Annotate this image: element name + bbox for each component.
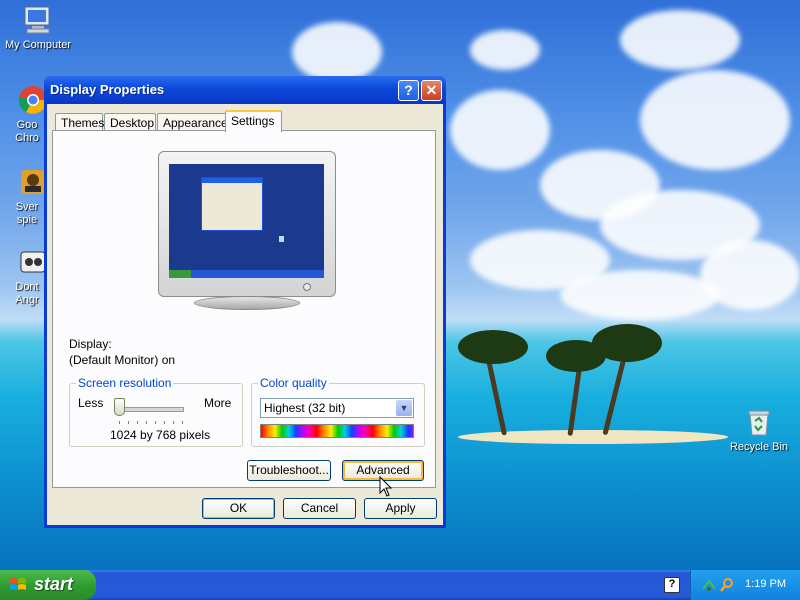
resolution-more-label: More: [204, 396, 232, 410]
color-quality-legend: Color quality: [258, 376, 329, 390]
help-button[interactable]: ?: [398, 80, 419, 101]
color-quality-value: Highest (32 bit): [264, 401, 346, 415]
cloud: [620, 10, 740, 70]
resolution-less-label: Less: [78, 396, 104, 410]
resolution-slider-track[interactable]: [116, 407, 184, 412]
chevron-down-icon[interactable]: ▼: [396, 400, 412, 416]
mini-title-bar: [202, 178, 262, 183]
cloud: [560, 270, 720, 320]
title-bar[interactable]: Display Properties ? ✕: [44, 76, 446, 104]
monitor-power-icon: [303, 283, 311, 291]
desktop-icon-my-computer[interactable]: My Computer: [0, 4, 76, 52]
tab-settings[interactable]: Settings: [225, 110, 282, 132]
resolution-slider-thumb[interactable]: [114, 398, 125, 416]
cloud: [640, 70, 790, 170]
slider-tick: [137, 421, 138, 424]
start-label: start: [34, 574, 74, 594]
search-icon[interactable]: [719, 577, 735, 593]
network-icon[interactable]: [701, 577, 717, 593]
palm-frond: [458, 330, 528, 364]
monitor-body: [158, 151, 336, 297]
desktop-icon-label: Goo Chro: [15, 119, 39, 144]
screen-resolution-group: Screen resolution Less More 1024 by 768 …: [69, 376, 243, 447]
desktop-icon-label: My Computer: [4, 39, 72, 51]
display-value: (Default Monitor) on: [69, 353, 176, 367]
windows-flag-icon: [10, 578, 26, 590]
clock[interactable]: 1:19 PM: [745, 578, 786, 590]
window-title: Display Properties: [50, 82, 165, 97]
display-label: Display:: [69, 337, 112, 351]
computer-icon: [22, 4, 54, 36]
screen-resolution-legend: Screen resolution: [76, 376, 174, 390]
monitor-stand: [194, 296, 300, 310]
slider-tick: [164, 421, 165, 424]
slider-tick: [173, 421, 174, 424]
start-button[interactable]: start: [0, 570, 96, 600]
taskbar: start ? 1:19 PM: [0, 570, 800, 600]
slider-tick: [182, 421, 183, 424]
settings-panel: Display: (Default Monitor) on Screen res…: [52, 130, 436, 488]
slider-tick: [146, 421, 147, 424]
cloud: [292, 22, 382, 82]
color-spectrum-bar: [260, 424, 414, 438]
desktop-icon-recycle-bin[interactable]: Recycle Bin: [721, 406, 797, 454]
help-tray-icon[interactable]: ?: [664, 577, 680, 593]
tab-appearance[interactable]: Appearance: [157, 113, 228, 131]
island: [458, 430, 728, 444]
close-button[interactable]: ✕: [421, 80, 442, 101]
cloud: [470, 30, 540, 70]
ok-button[interactable]: OK: [202, 498, 275, 519]
mini-start: [169, 270, 191, 278]
mouse-cursor-icon: [379, 476, 393, 497]
troubleshoot-button[interactable]: Troubleshoot...: [247, 460, 331, 481]
color-quality-select[interactable]: Highest (32 bit) ▼: [260, 398, 414, 418]
monitor-screen: [169, 164, 324, 278]
monitor-preview: [158, 151, 336, 311]
palm-frond: [592, 324, 662, 362]
mini-icon: [279, 236, 284, 242]
tab-desktop[interactable]: Desktop: [104, 113, 156, 131]
mini-window: [201, 177, 263, 231]
desktop-icon-label: Recycle Bin: [729, 441, 789, 453]
cancel-button[interactable]: Cancel: [283, 498, 356, 519]
apply-button[interactable]: Apply: [364, 498, 437, 519]
slider-tick: [128, 421, 129, 424]
display-properties-window: Display Properties ? ✕ Themes Desktop Ap…: [44, 76, 446, 528]
window-client: Themes Desktop Appearance Settings Displ…: [47, 104, 443, 525]
palm-trunk: [602, 356, 627, 436]
palm-trunk: [567, 369, 582, 437]
cloud: [450, 90, 550, 170]
tab-themes[interactable]: Themes: [55, 113, 104, 131]
system-tray: 1:19 PM: [690, 570, 800, 600]
resolution-value: 1024 by 768 pixels: [110, 428, 211, 442]
recycle-bin-icon: [743, 406, 775, 438]
desktop-icon-label: Sver spie: [15, 201, 39, 226]
palm-trunk: [485, 358, 508, 436]
slider-tick: [119, 421, 120, 424]
desktop-icon-label: Dont Angr: [15, 281, 39, 306]
mini-taskbar: [169, 270, 324, 278]
slider-tick: [155, 421, 156, 424]
color-quality-group: Color quality Highest (32 bit) ▼: [251, 376, 425, 447]
